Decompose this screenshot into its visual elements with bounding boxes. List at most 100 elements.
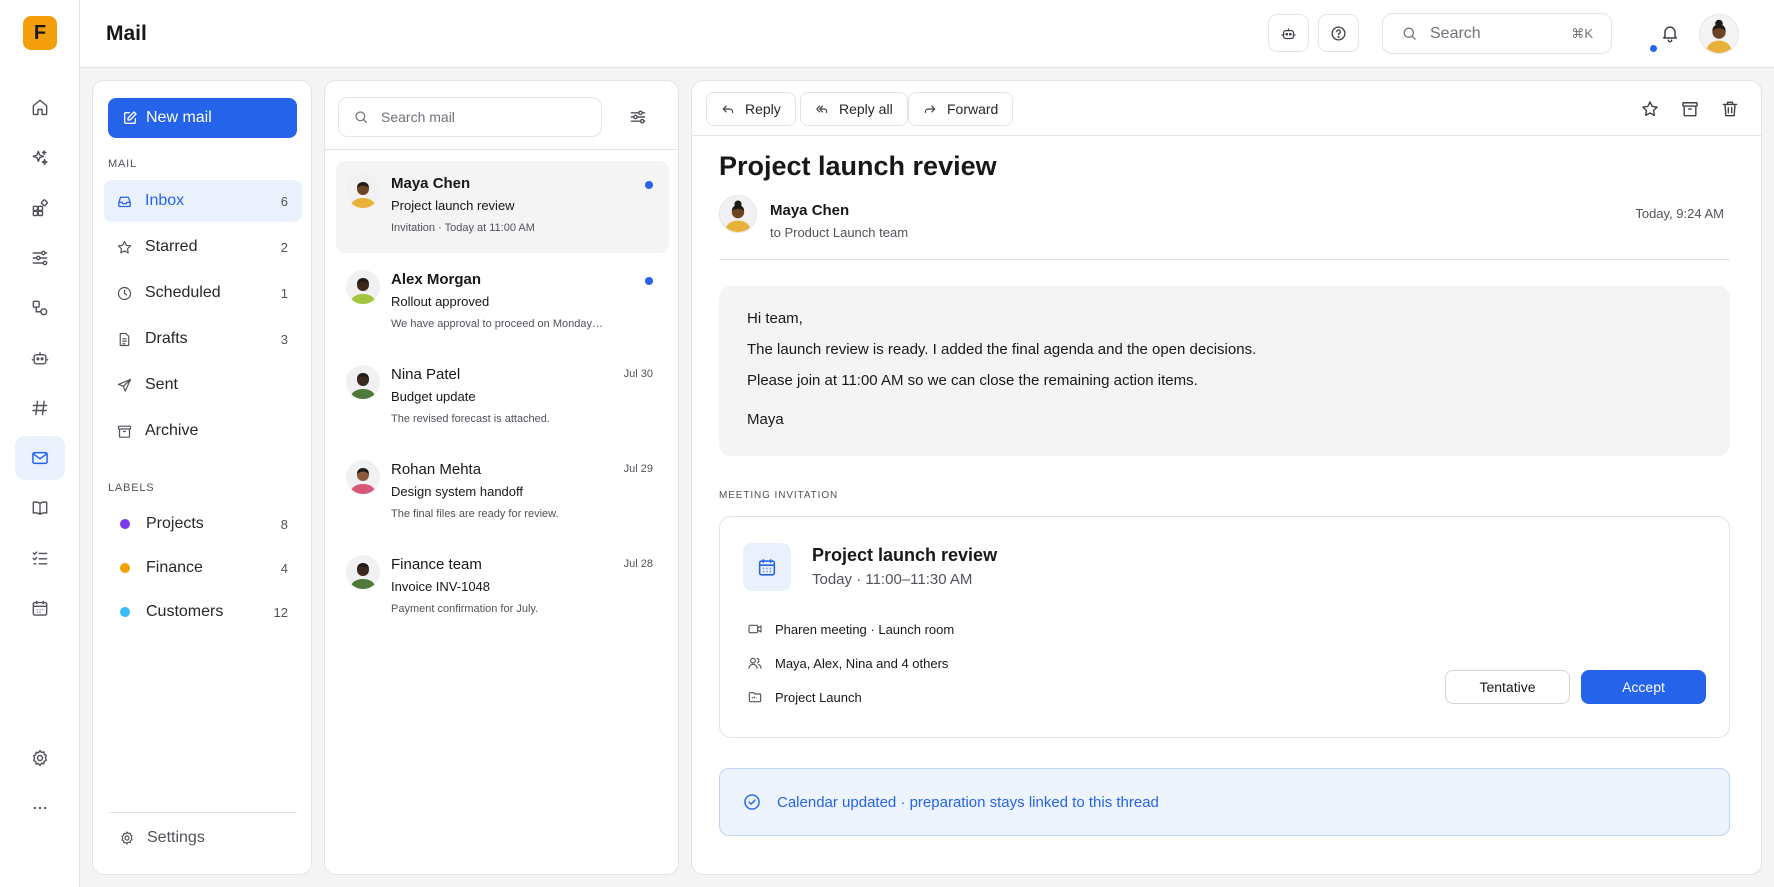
- assistant-button[interactable]: [1268, 14, 1309, 52]
- folder-label: Drafts: [145, 330, 188, 347]
- document-icon: [116, 331, 145, 348]
- reply-all-button[interactable]: Reply all: [800, 92, 908, 126]
- mail-list-item[interactable]: Nina Patel Budget update The revised forec…: [336, 352, 669, 444]
- gear-icon: [30, 748, 50, 768]
- sender-avatar: [346, 460, 380, 494]
- sender-avatar: [719, 195, 757, 233]
- rail-tasks[interactable]: [15, 536, 65, 580]
- clock-icon: [116, 285, 145, 302]
- search-icon: [353, 109, 381, 125]
- folder-drafts[interactable]: Drafts 3: [104, 318, 302, 360]
- body-line: Please join at 11:00 AM so we can close …: [747, 372, 1198, 389]
- compose-icon: [122, 110, 146, 126]
- label-projects[interactable]: Projects 8: [104, 503, 302, 545]
- mail-sender: Maya Chen: [391, 175, 471, 192]
- folder-starred[interactable]: Starred 2: [104, 226, 302, 268]
- star-icon[interactable]: [1640, 99, 1660, 119]
- folder-sent[interactable]: Sent: [104, 364, 302, 406]
- folder-icon: [747, 689, 775, 705]
- folder-inbox[interactable]: Inbox 6: [104, 180, 302, 222]
- shapes-icon: [30, 298, 50, 318]
- folder-label: Inbox: [145, 192, 185, 209]
- mail-list-item[interactable]: Rohan Mehta Design system handoff The fina…: [336, 447, 669, 539]
- search-icon: [1401, 25, 1430, 42]
- sliders-icon: [30, 248, 50, 268]
- accept-button[interactable]: Accept: [1581, 670, 1706, 704]
- trash-icon[interactable]: [1720, 99, 1740, 119]
- rail-settings[interactable]: [15, 736, 65, 780]
- sender-avatar: [346, 365, 380, 399]
- help-icon: [1330, 25, 1347, 42]
- message-list: Search mail Maya Chen Project launch revi…: [324, 80, 679, 875]
- mail-section-label: MAIL: [108, 158, 137, 170]
- rail-mail[interactable]: [15, 436, 65, 480]
- label-customers[interactable]: Customers 12: [104, 591, 302, 633]
- mail-list-item[interactable]: Alex Morgan Rollout approved We have appro…: [336, 257, 669, 349]
- mail-preview: Invitation · Today at 11:00 AM: [391, 222, 535, 234]
- star-icon: [116, 239, 145, 256]
- top-bar: Mail Search ⌘K: [80, 0, 1774, 68]
- robot-icon: [1280, 25, 1297, 42]
- sender-avatar: [346, 174, 380, 208]
- sender-avatar: [346, 270, 380, 304]
- mail-subject: Project launch review: [391, 198, 515, 213]
- home-icon: [30, 97, 50, 117]
- archive-icon[interactable]: [1680, 99, 1700, 119]
- new-mail-button[interactable]: New mail: [108, 98, 297, 138]
- reply-button[interactable]: Reply: [706, 92, 796, 126]
- new-mail-label: New mail: [146, 109, 212, 126]
- mail-list-item[interactable]: Finance team Invoice INV-1048 Payment conf…: [336, 542, 669, 634]
- mail-sender: Nina Patel: [391, 366, 461, 383]
- rail-more[interactable]: [15, 786, 65, 830]
- global-search-placeholder: Search: [1430, 24, 1481, 42]
- search-shortcut: ⌘K: [1571, 25, 1593, 41]
- folder-scheduled[interactable]: Scheduled 1: [104, 272, 302, 314]
- users-icon: [747, 655, 775, 671]
- mail-list-item[interactable]: Maya Chen Project launch review Invitation…: [336, 161, 669, 253]
- app-logo[interactable]: F: [23, 16, 57, 50]
- mail-search-placeholder: Search mail: [381, 109, 455, 125]
- label-finance[interactable]: Finance 4: [104, 547, 302, 589]
- mail-sender: Alex Morgan: [391, 271, 482, 288]
- filter-icon[interactable]: [628, 107, 648, 127]
- robot-icon: [30, 348, 50, 368]
- rail-integrations[interactable]: [15, 286, 65, 330]
- forward-label: Forward: [947, 101, 999, 117]
- mail-search-input[interactable]: Search mail: [338, 97, 602, 137]
- rail-home[interactable]: [15, 85, 65, 129]
- label-color-dot: [120, 607, 130, 617]
- user-avatar[interactable]: [1699, 14, 1739, 54]
- rail-assistant[interactable]: [15, 336, 65, 380]
- rail-controls[interactable]: [15, 236, 65, 280]
- rail-docs[interactable]: [15, 486, 65, 530]
- bell-icon[interactable]: [1660, 23, 1680, 43]
- reply-all-icon: [815, 102, 839, 116]
- folder-archive[interactable]: Archive: [104, 410, 302, 452]
- label-name: Projects: [146, 515, 204, 532]
- message-reader: Reply Reply all Forward Project launch r…: [691, 80, 1762, 875]
- body-line: Maya: [747, 411, 784, 428]
- labels-section-label: LABELS: [108, 482, 155, 494]
- mail-subject: Budget update: [391, 389, 476, 404]
- forward-icon: [923, 102, 947, 116]
- rail-channels[interactable]: [15, 386, 65, 430]
- calendar-notice: Calendar updated · preparation stays lin…: [719, 768, 1730, 836]
- header-divider: [719, 259, 1730, 260]
- folder-label: Starred: [145, 238, 198, 255]
- folder-count: 3: [280, 331, 288, 347]
- mail-settings-link[interactable]: Settings: [119, 829, 205, 847]
- folder-label: Archive: [145, 422, 199, 439]
- online-status-dot: [1648, 43, 1659, 54]
- label-name: Customers: [146, 603, 224, 620]
- help-button[interactable]: [1318, 14, 1359, 52]
- tentative-button[interactable]: Tentative: [1445, 670, 1570, 704]
- rail-ai[interactable]: [15, 136, 65, 180]
- rail-calendar[interactable]: [15, 586, 65, 630]
- settings-label: Settings: [147, 829, 205, 846]
- toolbar-divider: [692, 135, 1761, 136]
- page-title: Mail: [106, 22, 147, 45]
- label-count: 4: [280, 560, 288, 576]
- global-search[interactable]: Search ⌘K: [1382, 13, 1612, 54]
- rail-apps[interactable]: [15, 186, 65, 230]
- forward-button[interactable]: Forward: [908, 92, 1014, 126]
